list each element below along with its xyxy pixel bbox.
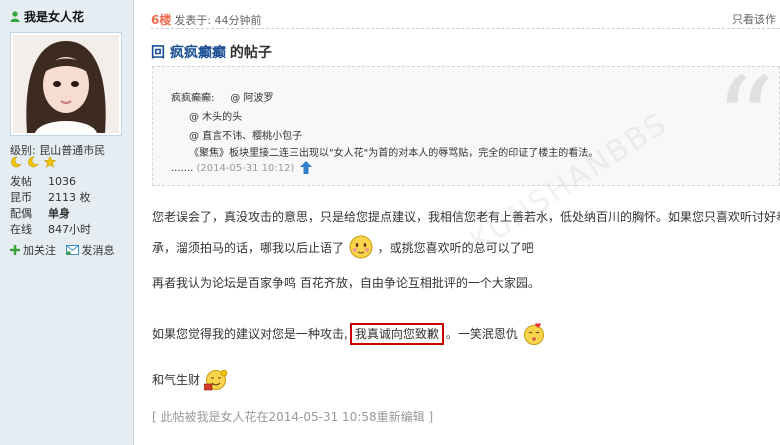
floor-number[interactable]: 6楼: [151, 13, 171, 27]
quote-time-row: ....... (2014-05-31 10:12): [171, 161, 312, 174]
kiss-face-icon: [523, 323, 544, 345]
quote-line-4: 《聚焦》板块里接二连三出现以"女人花"为首的对本人的辱骂贴，完全的印证了楼主的看…: [189, 148, 599, 159]
user-stats: 发帖 1036 昆币 2113 枚 配偶 单身 在线 847小时: [10, 174, 91, 238]
paragraph-3: 如果您觉得我的建议对您是一种攻击, 我真诚向您致歉 。一笑泯恩仇: [152, 322, 546, 346]
money-face-icon: [203, 369, 228, 391]
paragraph-4: 和气生财: [152, 368, 228, 392]
plus-icon: [10, 245, 20, 255]
author-only-link[interactable]: 只看该作: [732, 11, 776, 27]
mention-link[interactable]: @ 阿波罗: [230, 93, 273, 104]
user-panel: 我是女人花 级别: 昆山普通市民 发帖 1036 昆币 2113 枚 配偶 单身 在线…: [0, 0, 134, 445]
paragraph-1: 您老误会了，真没攻击的意思，只是给您提点建议，我相信您老有上善若水，低处纳百川的…: [152, 210, 780, 224]
header-divider: [151, 28, 780, 29]
avatar[interactable]: [10, 32, 122, 136]
user-name-row: 我是女人花: [10, 8, 84, 25]
paragraph-1-cont: 承，溜须拍马的话，哪我以后止语了 ，或挑您喜欢听的总可以了吧: [152, 234, 534, 260]
apology-highlight: 我真诚向您致歉: [349, 323, 444, 345]
stat-coins: 昆币 2113 枚: [10, 191, 91, 204]
user-actions: 加关注 发消息: [10, 242, 121, 258]
follow-button[interactable]: 加关注: [10, 242, 56, 258]
stat-spouse: 配偶 单身: [10, 207, 70, 220]
avatar-photo: [13, 35, 119, 133]
message-button[interactable]: 发消息: [65, 242, 115, 258]
moon-medal-icon: [28, 156, 39, 168]
quote-time: (2014-05-31 10:12): [196, 163, 295, 174]
quote-mark-icon: “: [714, 51, 775, 189]
shy-face-icon: [349, 235, 373, 259]
quote-line-3: @ 直言不讳、樱桃小包子: [189, 131, 303, 142]
stat-posts: 发帖 1036: [10, 175, 76, 188]
post-time: 发表于: 44分钟前: [174, 14, 262, 27]
edit-note: [ 此帖被我是女人花在2014-05-31 10:58重新编辑 ]: [152, 410, 434, 424]
stat-online: 在线 847小时: [10, 223, 91, 236]
rank-medals: [10, 155, 57, 168]
quote-line-2: @ 木头的头: [189, 112, 243, 123]
quoted-user-link[interactable]: 疯疯癫癫: [170, 45, 226, 61]
envelope-icon: [65, 245, 79, 255]
user-icon: [10, 11, 20, 22]
user-name[interactable]: 我是女人花: [24, 10, 84, 24]
moon-medal-icon: [11, 156, 22, 168]
quote-box: “ 疯疯癫癫: @ 阿波罗 @ 木头的头 @ 直言不讳、樱桃小包子 《聚焦》板块…: [152, 61, 780, 186]
quote-line-1: 疯疯癫癫: @ 阿波罗: [171, 93, 274, 104]
up-arrow-icon[interactable]: [299, 161, 312, 174]
post-content: 6楼 发表于: 44分钟前 只看该作 回 疯疯癫癫 的帖子 “ 疯疯癫癫: @ 阿波…: [134, 0, 780, 445]
paragraph-2: 再者我认为论坛是百家争鸣 百花齐放，自由争论互相批评的一个大家园。: [152, 276, 540, 290]
post-title: 回 疯疯癫癫 的帖子: [151, 45, 272, 61]
star-medal-icon: [43, 155, 56, 168]
post-header: 6楼 发表于: 44分钟前: [151, 11, 262, 28]
